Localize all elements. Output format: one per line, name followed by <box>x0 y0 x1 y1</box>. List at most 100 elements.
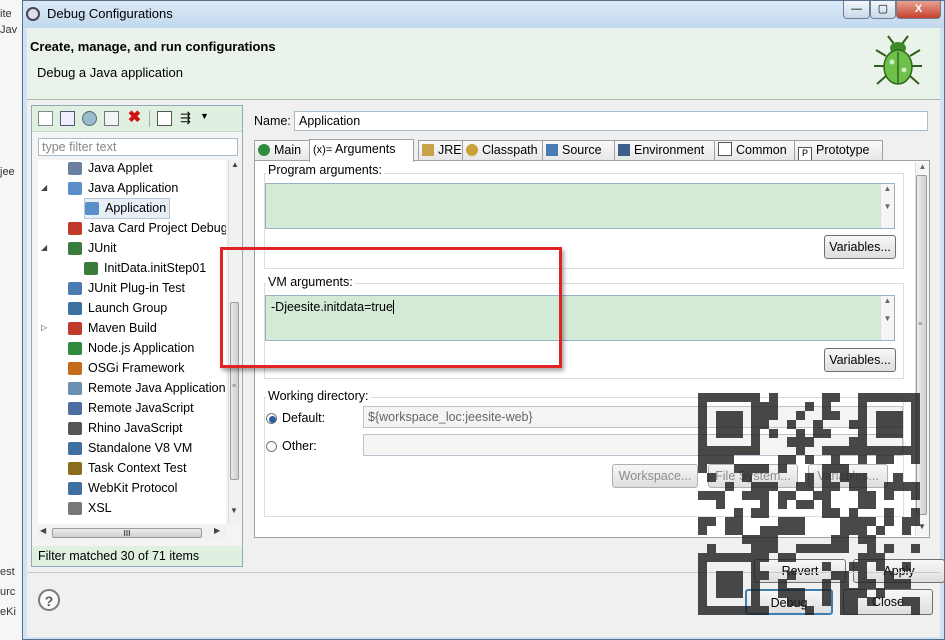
qr-module <box>911 508 921 518</box>
filter-input[interactable]: type filter text <box>38 138 238 156</box>
tree-expander-icon[interactable]: ◢ <box>41 183 47 192</box>
new-config-icon[interactable] <box>38 111 53 126</box>
vm-variables-button[interactable]: Variables... <box>824 348 896 372</box>
close-window-button[interactable]: X <box>896 1 941 19</box>
tree-hscroll-thumb[interactable]: III <box>52 528 202 538</box>
tree-item[interactable]: Standalone V8 VM <box>68 438 192 458</box>
maven-icon <box>68 322 82 336</box>
tab-classpath[interactable]: Classpath <box>462 140 547 161</box>
tree-expander-icon[interactable]: ◢ <box>41 243 47 252</box>
qr-module <box>698 393 708 403</box>
qr-module <box>875 393 885 403</box>
tree-item[interactable]: JUnit Plug-in Test <box>68 278 185 298</box>
tree-item[interactable]: Rhino JavaScript <box>68 418 183 438</box>
default-radio[interactable] <box>266 413 277 424</box>
qr-module <box>857 552 867 562</box>
tree-item[interactable]: InitData.initStep01 <box>84 258 206 278</box>
qr-module <box>822 597 832 607</box>
name-input[interactable]: Application <box>294 111 928 131</box>
scroll-down-arrow-icon[interactable]: ▼ <box>230 506 238 515</box>
program-args-textarea[interactable] <box>265 183 895 229</box>
qr-module <box>698 490 708 500</box>
export-config-icon[interactable] <box>82 111 97 126</box>
qr-module <box>822 543 832 554</box>
qr-module <box>742 606 752 616</box>
scroll-left-arrow-icon[interactable]: ◀ <box>40 526 46 535</box>
other-radio[interactable] <box>266 441 277 452</box>
qr-module <box>706 517 717 527</box>
qr-module <box>786 588 796 598</box>
qr-module <box>875 552 885 562</box>
tab-common[interactable]: Common <box>714 140 799 161</box>
qr-module <box>911 455 921 465</box>
tree-item-label: Remote Java Application <box>88 381 226 395</box>
rhino-icon <box>68 422 82 436</box>
minimize-button[interactable]: — <box>843 1 870 19</box>
qr-module <box>848 561 859 571</box>
maximize-button[interactable]: ▢ <box>870 1 896 19</box>
qr-module <box>884 508 894 518</box>
qr-module <box>911 597 921 607</box>
tab-environment[interactable]: Environment <box>614 140 719 161</box>
tab-jre[interactable]: JRE <box>418 140 467 161</box>
junit-icon <box>68 242 82 256</box>
qr-module <box>875 588 885 598</box>
v8-icon <box>68 442 82 456</box>
prototype-tab-icon: P <box>798 147 812 161</box>
tree-item[interactable]: Task Context Test <box>68 458 186 478</box>
tab-prototype[interactable]: P Prototype <box>794 140 883 161</box>
tree-item[interactable]: Maven Build <box>68 318 157 338</box>
duplicate-icon[interactable] <box>104 111 119 126</box>
delete-icon[interactable]: ✖ <box>127 110 142 126</box>
qr-module <box>902 446 912 456</box>
qr-module <box>733 588 743 598</box>
tree-expander-icon[interactable]: ▷ <box>41 323 47 332</box>
qr-module <box>751 446 761 456</box>
qr-module <box>911 437 921 447</box>
tree-item[interactable]: Java Applet <box>68 160 153 178</box>
tab-arguments[interactable]: (x)= Arguments <box>309 139 414 162</box>
qr-module <box>884 419 894 429</box>
new-prototype-icon[interactable] <box>60 111 75 126</box>
tab-main[interactable]: Main <box>254 140 315 161</box>
classpath-tab-icon <box>466 144 478 156</box>
scroll-right-arrow-icon[interactable]: ▶ <box>214 526 220 535</box>
bug-icon <box>874 35 922 85</box>
tree-item[interactable]: Launch Group <box>68 298 167 318</box>
tree-item[interactable]: Java Application <box>68 178 178 198</box>
tree-item[interactable]: Java Card Project Debug <box>68 218 226 238</box>
help-icon[interactable]: ? <box>38 589 60 611</box>
qr-module <box>875 526 885 536</box>
collapse-all-icon[interactable] <box>157 111 172 126</box>
junit-icon <box>84 262 98 276</box>
tree-item[interactable]: WebKit Protocol <box>68 478 177 498</box>
qr-module <box>857 490 867 500</box>
qr-module <box>831 393 841 403</box>
tree-item[interactable]: Remote JavaScript <box>68 398 194 418</box>
tree-item[interactable]: XSL <box>68 498 112 518</box>
qr-module <box>786 455 796 465</box>
tab-source[interactable]: Source <box>542 140 619 161</box>
tree-item[interactable]: Remote Java Application <box>68 378 226 398</box>
qr-module <box>742 472 752 483</box>
qr-module <box>893 481 903 491</box>
filter-menu-icon[interactable]: ⇶ <box>180 111 195 126</box>
xsl-icon <box>68 502 82 516</box>
tree-item[interactable]: Node.js Application <box>68 338 194 358</box>
qr-module <box>751 570 761 580</box>
qr-module <box>857 419 867 429</box>
program-variables-button[interactable]: Variables... <box>824 235 896 259</box>
program-args-scrollbar[interactable]: ▲ ▼ <box>880 184 894 228</box>
vm-args-scrollbar[interactable]: ▲ ▼ <box>880 296 894 340</box>
qr-module <box>777 526 788 536</box>
qr-module <box>857 579 867 589</box>
qr-module <box>724 428 734 438</box>
tree-item[interactable]: Application <box>84 198 171 219</box>
workspace-button[interactable]: Workspace... <box>612 464 698 488</box>
tree-item[interactable]: JUnit <box>68 238 116 258</box>
common-tab-icon <box>718 142 732 156</box>
qr-module <box>760 410 770 420</box>
tree-item[interactable]: OSGi Framework <box>68 358 185 378</box>
chevron-down-icon[interactable]: ▼ <box>200 111 209 121</box>
qr-module <box>733 526 743 536</box>
